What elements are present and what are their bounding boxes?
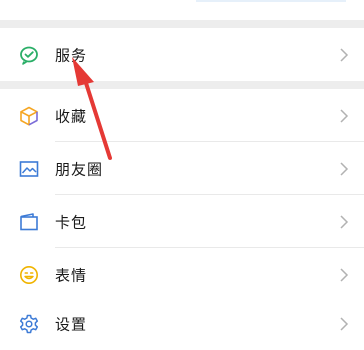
smiley-icon — [20, 265, 38, 284]
chevron-right-icon — [340, 316, 349, 331]
menu-item-favorites[interactable]: 收藏 — [0, 89, 364, 142]
menu-item-label: 朋友圈 — [55, 160, 104, 178]
top-edge — [0, 0, 364, 20]
me-page-menu: 服务 收藏 朋友圈 卡包 表情 设置 — [0, 0, 364, 350]
menu-item-label: 收藏 — [55, 107, 88, 125]
menu-item-label: 表情 — [55, 266, 88, 284]
service-group: 服务 — [0, 28, 364, 81]
chevron-right-icon — [340, 214, 349, 229]
menu-item-label: 设置 — [55, 315, 88, 333]
settings-group: 设置 — [0, 297, 364, 350]
selection-edge — [196, 0, 346, 2]
menu-item-settings[interactable]: 设置 — [0, 297, 364, 350]
chevron-right-icon — [340, 267, 349, 282]
main-group: 收藏 朋友圈 卡包 表情 — [0, 89, 364, 301]
gear-icon — [19, 314, 39, 333]
menu-item-cards[interactable]: 卡包 — [0, 195, 364, 248]
chevron-right-icon — [340, 108, 349, 123]
menu-item-moments[interactable]: 朋友圈 — [0, 142, 364, 195]
wechat-pay-check-icon — [20, 46, 38, 65]
menu-item-service[interactable]: 服务 — [0, 28, 364, 81]
menu-item-label: 卡包 — [55, 213, 88, 231]
cube-icon — [20, 106, 38, 126]
picture-icon — [19, 160, 39, 177]
chevron-right-icon — [340, 47, 349, 62]
wallet-icon — [20, 212, 38, 230]
menu-item-stickers[interactable]: 表情 — [0, 248, 364, 301]
chevron-right-icon — [340, 161, 349, 176]
menu-item-label: 服务 — [55, 46, 88, 64]
